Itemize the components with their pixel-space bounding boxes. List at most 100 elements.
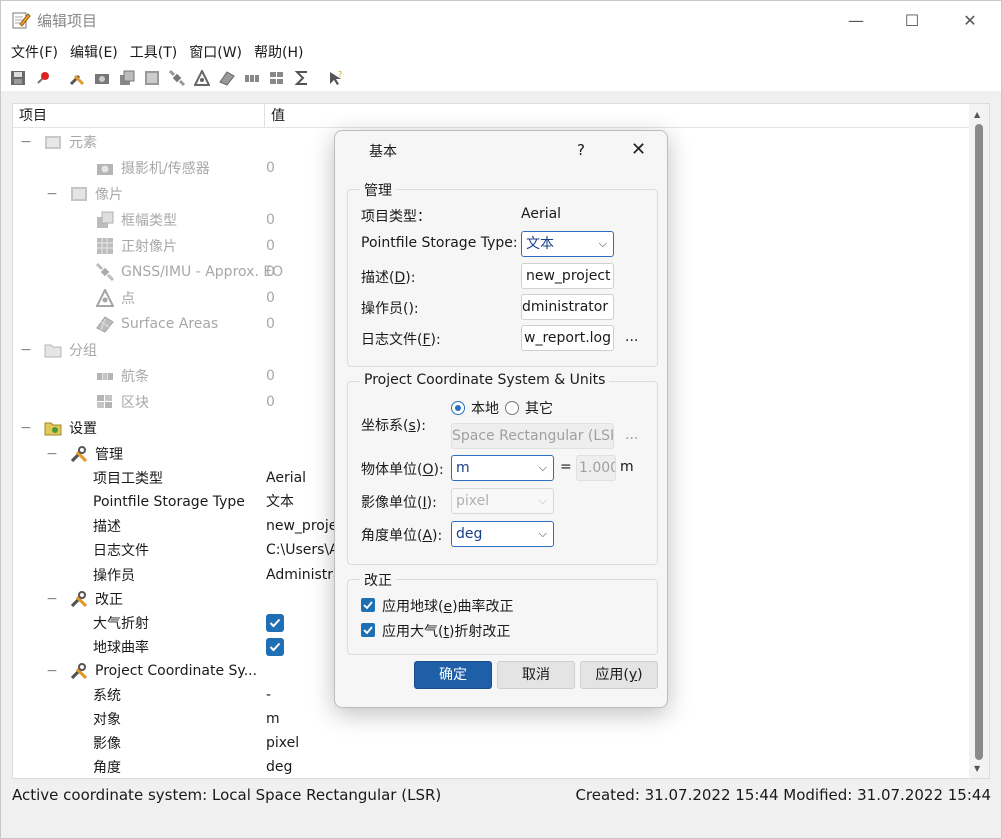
block-button[interactable] [266, 67, 288, 89]
cancel-button[interactable]: 取消 [497, 661, 575, 689]
surface-button[interactable] [216, 67, 238, 89]
maximize-button[interactable]: ☐ [883, 1, 941, 39]
pin-icon [37, 72, 49, 84]
tree-row[interactable]: 正射像片 [71, 234, 177, 258]
block-icon [270, 72, 283, 84]
tree-row[interactable]: 框幅类型 [71, 208, 177, 232]
collapse-toggle[interactable]: − [19, 342, 33, 358]
ok-button[interactable]: 确定 [414, 661, 492, 689]
image-button[interactable] [141, 67, 163, 89]
apply-button[interactable]: 应用(y) [580, 661, 658, 689]
tree-row[interactable]: 操作员 [71, 563, 135, 587]
menu-edit[interactable]: 编辑(E) [64, 42, 124, 62]
tree-row-label: Project Coordinate Sy... [95, 662, 258, 679]
tree-row[interactable]: 地球曲率 [71, 635, 149, 659]
tree-row[interactable]: Surface Areas [71, 312, 218, 336]
satellite-button[interactable] [166, 67, 188, 89]
object-unit-select[interactable]: m ⌵ [451, 455, 554, 481]
storage-type-select[interactable]: 文本 ⌵ [521, 231, 614, 257]
radio-other-label[interactable]: 其它 [525, 398, 553, 418]
chevron-down-icon: ⌵ [538, 461, 547, 474]
log-file-browse-button[interactable]: ... [625, 329, 638, 345]
tree-row[interactable]: − Project Coordinate Sy... [45, 659, 257, 683]
collapse-toggle[interactable]: − [45, 663, 59, 679]
coordinate-system-input: Space Rectangular (LSR) [451, 423, 614, 449]
strip-button[interactable] [241, 67, 263, 89]
basic-settings-dialog: 基本 ? ✕ 管理 项目类型： Aerial Pointfile Storage… [334, 130, 668, 708]
tree-row[interactable]: 描述 [71, 514, 121, 538]
tree-row[interactable]: − 像片 [45, 182, 123, 206]
tree-row[interactable]: 航条 [71, 364, 149, 388]
checkbox-checked-icon[interactable] [266, 613, 284, 632]
coordinates-group-title: Project Coordinate System & Units [360, 372, 610, 388]
collapse-toggle[interactable]: − [19, 134, 33, 150]
tree-row[interactable]: 点 [71, 286, 135, 310]
earth-curvature-label[interactable]: 应用地球(e)曲率改正 [382, 596, 514, 616]
tree-row-label: 区块 [121, 395, 149, 411]
tree-row[interactable]: 角度 [71, 755, 121, 778]
menu-help[interactable]: 帮助(H) [248, 42, 309, 62]
tree-row[interactable]: 区块 [71, 390, 149, 414]
tree-row[interactable]: 摄影机/传感器 [71, 156, 210, 180]
query-button[interactable]: ? [325, 67, 347, 89]
photo-icon [69, 185, 89, 203]
checkbox-checked-icon[interactable] [266, 637, 284, 656]
collapse-toggle[interactable]: − [45, 446, 59, 462]
dialog-close-button[interactable]: ✕ [631, 139, 646, 160]
tree-row[interactable]: − 分组 [19, 338, 97, 362]
radio-other[interactable] [505, 401, 519, 415]
collapse-toggle[interactable]: − [45, 591, 59, 607]
collapse-toggle[interactable]: − [19, 420, 33, 436]
minimize-button[interactable]: — [827, 1, 885, 39]
column-header-item[interactable]: 项目 [13, 104, 265, 127]
tree-row[interactable]: 日志文件 [71, 538, 149, 562]
operator-input[interactable]: dministrator [521, 294, 614, 320]
folder-icon [43, 341, 63, 359]
atmospheric-refraction-checkbox[interactable] [361, 623, 375, 637]
camera-button[interactable] [91, 67, 113, 89]
angle-unit-select[interactable]: deg ⌵ [451, 521, 554, 547]
tree-row[interactable]: − 元素 [19, 130, 97, 154]
angle-unit-value: deg [456, 526, 483, 542]
tools-button[interactable] [66, 67, 88, 89]
column-header-value[interactable]: 值 [265, 104, 285, 127]
sigma-button[interactable] [291, 67, 313, 89]
correction-group: 改正 [347, 570, 658, 655]
pin-button[interactable] [32, 67, 54, 89]
collapse-toggle[interactable]: − [45, 186, 59, 202]
vertical-scrollbar[interactable]: ▲ ▼ [969, 104, 989, 778]
tree-row[interactable]: 大气折射 [71, 611, 149, 635]
menu-tools[interactable]: 工具(T) [124, 42, 183, 62]
atmospheric-refraction-label[interactable]: 应用大气(t)折射改正 [382, 621, 510, 641]
earth-curvature-checkbox[interactable] [361, 598, 375, 612]
tree-row[interactable]: Pointfile Storage Type [71, 490, 245, 514]
close-window-button[interactable]: ✕ [941, 1, 999, 39]
tree-row[interactable]: − 改正 [45, 587, 123, 611]
tree-row-label: Surface Areas [121, 316, 219, 332]
log-file-input[interactable]: w_report.log [521, 325, 614, 351]
menu-window[interactable]: 窗口(W) [183, 42, 248, 62]
scrollbar-thumb[interactable] [975, 124, 983, 760]
tree-row[interactable]: 对象 [71, 707, 121, 731]
dialog-help-button[interactable]: ? [577, 141, 585, 159]
scroll-down-icon[interactable]: ▼ [974, 764, 980, 773]
tree-row[interactable]: − 管理 [45, 442, 123, 466]
point-button[interactable] [191, 67, 213, 89]
tree-row[interactable]: − 设置 [19, 416, 97, 440]
frame-button[interactable] [116, 67, 138, 89]
edit-notepad-icon [12, 12, 31, 29]
tree-row-label: 日志文件 [93, 543, 149, 560]
save-button[interactable] [7, 67, 29, 89]
tree-row[interactable]: 系统 [71, 683, 121, 707]
radio-local[interactable] [451, 401, 465, 415]
settings-folder-icon [43, 419, 63, 437]
scroll-up-icon[interactable]: ▲ [974, 110, 980, 119]
tree-row[interactable]: GNSS/IMU - Approx. EO [71, 260, 283, 284]
tree-row[interactable]: 影像 [71, 731, 121, 755]
radio-local-label[interactable]: 本地 [471, 398, 499, 418]
query-icon: ? [330, 70, 342, 85]
description-input[interactable]: new_project [521, 263, 614, 289]
frame-icon [95, 211, 115, 229]
menu-file[interactable]: 文件(F) [5, 42, 64, 62]
tree-row[interactable]: 项目工类型 [71, 466, 163, 490]
